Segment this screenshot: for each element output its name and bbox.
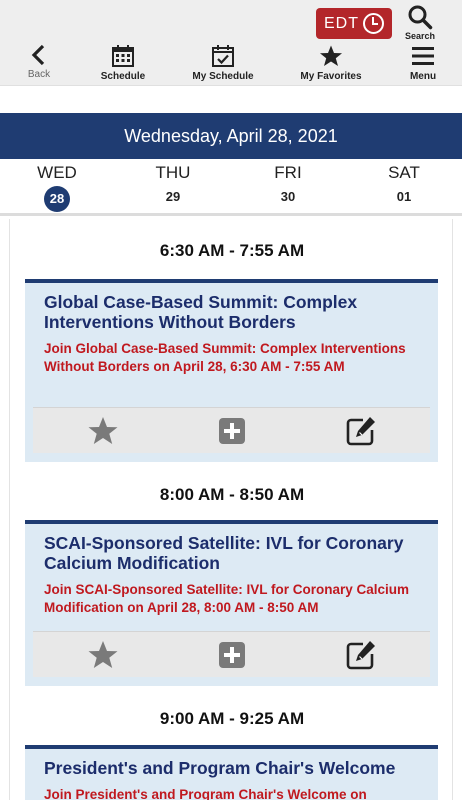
session-list: 6:30 AM - 7:55 AM Global Case-Based Summ…: [9, 219, 453, 800]
add-to-schedule-icon[interactable]: [216, 415, 248, 447]
time-slot-heading: 6:30 AM - 7:55 AM: [159, 241, 305, 260]
hamburger-menu-icon: [412, 47, 434, 65]
back-button[interactable]: Back: [22, 44, 56, 80]
session-actions: [33, 631, 430, 677]
day-tab-sat[interactable]: SAT 01: [369, 163, 439, 204]
back-label: Back: [27, 69, 51, 80]
nav-my-favorites-label: My Favorites: [300, 71, 362, 82]
selected-date-title: Wednesday, April 28, 2021: [0, 113, 462, 159]
session-description: Join President's and Program Chair's Wel…: [44, 787, 367, 800]
day-number: 30: [280, 189, 296, 204]
edit-note-icon[interactable]: [345, 639, 377, 671]
day-name: THU: [155, 163, 191, 182]
day-number: 28: [44, 186, 70, 212]
session-card[interactable]: Global Case-Based Summit: Complex Interv…: [25, 279, 438, 462]
session-actions: [33, 407, 430, 453]
day-tab-fri[interactable]: FRI 30: [253, 163, 323, 204]
nav-schedule-label: Schedule: [100, 71, 146, 82]
nav-schedule[interactable]: Schedule: [98, 44, 148, 82]
menu-label: Menu: [409, 71, 437, 82]
day-number: 01: [396, 189, 412, 204]
edit-note-icon[interactable]: [345, 415, 377, 447]
session-description: Join SCAI-Sponsored Satellite: IVL for C…: [44, 582, 410, 615]
search-label: Search: [404, 31, 436, 41]
menu-button[interactable]: Menu: [406, 44, 440, 82]
star-icon: [320, 45, 342, 66]
day-tab-wed[interactable]: WED 28: [22, 163, 92, 212]
search-button[interactable]: Search: [400, 4, 440, 41]
day-selector: WED 28 THU 29 FRI 30 SAT 01: [0, 159, 462, 216]
day-name: FRI: [274, 163, 302, 182]
clock-icon: [363, 13, 384, 34]
chevron-left-icon: [31, 44, 45, 66]
time-slot-heading: 9:00 AM - 9:25 AM: [159, 709, 305, 728]
calendar-icon: [112, 45, 134, 67]
session-title[interactable]: Global Case-Based Summit: Complex Interv…: [25, 283, 438, 332]
favorite-star-icon[interactable]: [87, 639, 119, 671]
session-description: Join Global Case-Based Summit: Complex I…: [44, 341, 406, 374]
session-card[interactable]: President's and Program Chair's Welcome …: [25, 745, 438, 800]
calendar-check-icon: [212, 45, 234, 67]
day-name: WED: [37, 163, 77, 182]
day-tab-thu[interactable]: THU 29: [138, 163, 208, 204]
top-navigation-header: EDT Search Back Schedule My Schedule My …: [0, 0, 462, 86]
session-title[interactable]: President's and Program Chair's Welcome: [25, 749, 438, 778]
favorite-star-icon[interactable]: [87, 415, 119, 447]
day-number: 29: [165, 189, 181, 204]
time-slot-heading: 8:00 AM - 8:50 AM: [159, 485, 305, 504]
timezone-label: EDT: [324, 15, 359, 32]
nav-my-schedule[interactable]: My Schedule: [192, 44, 254, 82]
day-name: SAT: [388, 163, 420, 182]
add-to-schedule-icon[interactable]: [216, 639, 248, 671]
session-card[interactable]: SCAI-Sponsored Satellite: IVL for Corona…: [25, 520, 438, 686]
nav-my-favorites[interactable]: My Favorites: [300, 44, 362, 82]
nav-my-schedule-label: My Schedule: [192, 71, 254, 82]
session-title[interactable]: SCAI-Sponsored Satellite: IVL for Corona…: [25, 524, 438, 573]
timezone-button[interactable]: EDT: [316, 8, 392, 39]
search-icon: [408, 5, 433, 30]
